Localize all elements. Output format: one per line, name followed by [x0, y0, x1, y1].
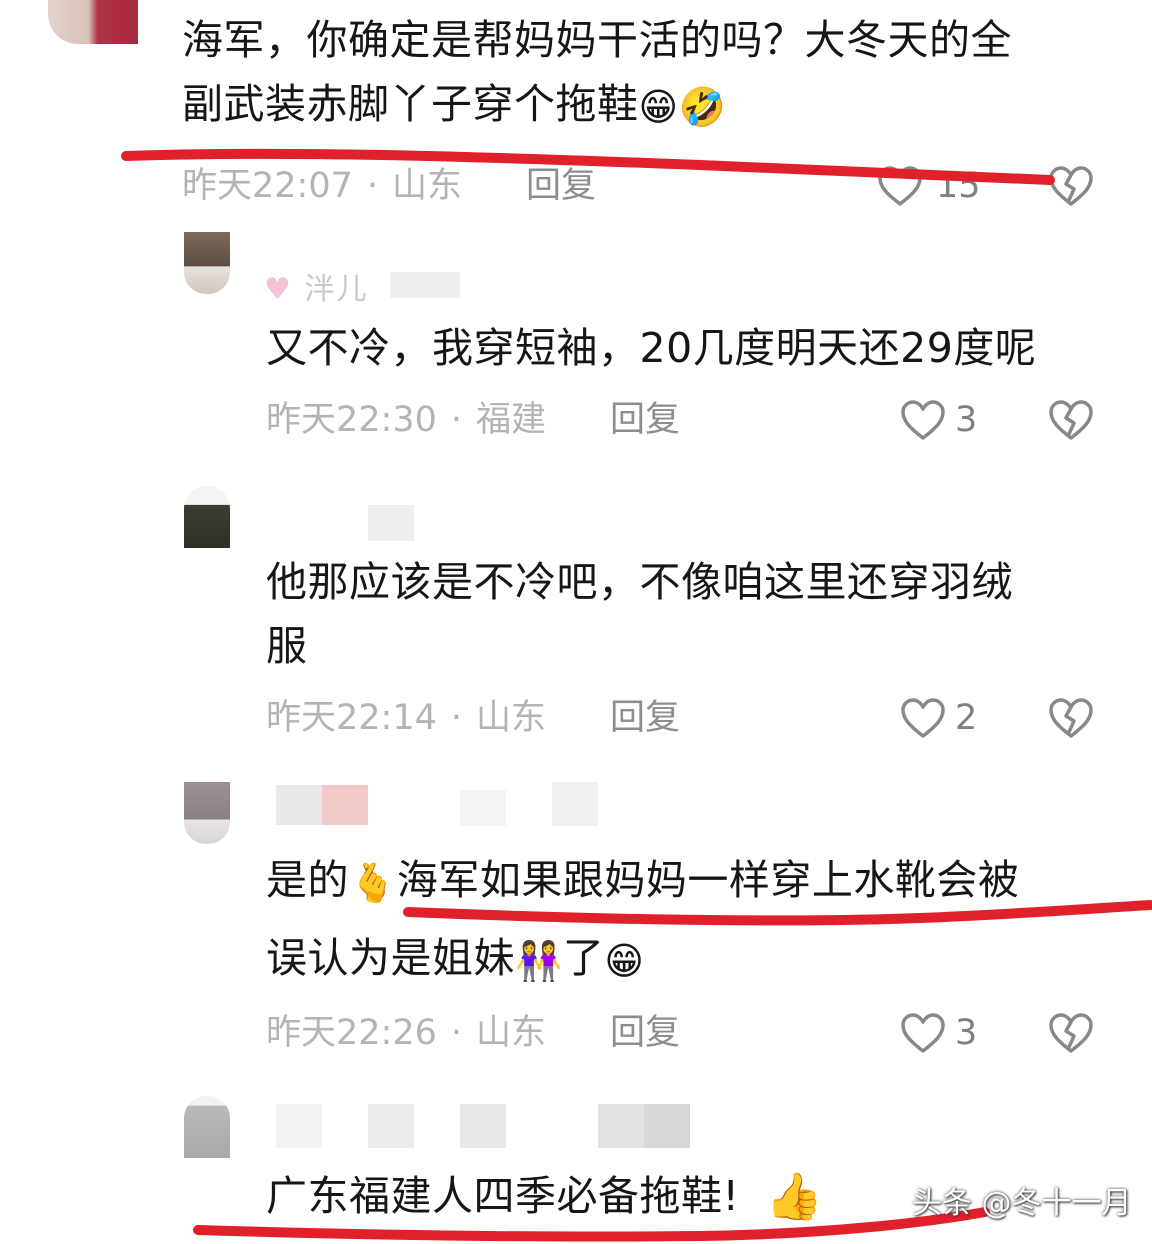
blurred-username: [460, 1104, 506, 1148]
comment-location: 山东: [392, 166, 463, 206]
blurred-username: [368, 505, 414, 541]
comment-text-line: 广东福建人四季必备拖鞋! 👍: [266, 1164, 823, 1228]
separator-dot: ·: [450, 1013, 463, 1053]
blurred-username: [276, 785, 322, 825]
blurred-username: [276, 1104, 322, 1148]
comment-text-segment: 广东福建人四季必备拖鞋!: [266, 1172, 740, 1220]
broken-heart-icon[interactable]: [1048, 165, 1094, 207]
comment-text-line: 误认为是姐妹👭了😁: [266, 926, 1019, 990]
comment-meta: 昨天22:14 · 山东: [266, 698, 546, 738]
comment-text-line: 副武装赤脚丫子穿个拖鞋😁🤣: [182, 72, 1012, 136]
watermark: 头条 @冬十一月: [912, 1186, 1132, 1221]
blurred-username: [598, 1104, 644, 1148]
blurred-username: [644, 1104, 690, 1148]
reply-button[interactable]: 回复: [610, 400, 680, 440]
rofl-emoji-icon: 🤣: [678, 85, 727, 129]
comment-text-segment: 误认为是姐妹: [266, 934, 515, 982]
avatar[interactable]: [184, 782, 230, 844]
avatar[interactable]: [184, 1096, 230, 1158]
like-count: 3: [955, 1013, 978, 1053]
comment-time: 昨天22:07: [182, 166, 353, 206]
comment-text-segment: 副武装赤脚丫子穿个拖鞋: [182, 80, 639, 128]
reply-button[interactable]: 回复: [526, 166, 596, 206]
finger-heart-emoji-icon: 🫰: [349, 861, 397, 905]
comment-location: 山东: [476, 698, 547, 738]
separator-dot: ·: [450, 400, 463, 440]
thumbs-up-emoji-icon: 👍: [765, 1169, 824, 1223]
comment-text: 是的🫰海军如果跟妈妈一样穿上水靴会被 误认为是姐妹👭了😁: [266, 848, 1019, 990]
comment-meta: 昨天22:07 · 山东: [182, 166, 462, 206]
avatar[interactable]: [48, 0, 138, 44]
comment-meta: 昨天22:30 · 福建: [266, 400, 546, 440]
like-count: 3: [955, 400, 978, 440]
comment-thread: 海军，你确定是帮妈妈干活的吗？大冬天的全 副武装赤脚丫子穿个拖鞋😁🤣 昨天22:…: [0, 0, 1152, 1244]
heart-badge-icon: ♥: [264, 272, 293, 307]
comment-text-line: 是的🫰海军如果跟妈妈一样穿上水靴会被: [266, 848, 1019, 912]
comment-text: 广东福建人四季必备拖鞋! 👍: [266, 1164, 823, 1228]
separator-dot: ·: [450, 698, 463, 738]
broken-heart-icon[interactable]: [1048, 1012, 1094, 1054]
grin-emoji-icon: 😁: [638, 85, 679, 129]
comment-text-line: 海军，你确定是帮妈妈干活的吗？大冬天的全: [182, 16, 1012, 64]
comment-text-line: 又不冷，我穿短袖，20几度明天还29度呢: [266, 324, 1037, 372]
grin-emoji-icon: 😁: [604, 939, 645, 983]
heart-outline-icon[interactable]: [877, 165, 923, 207]
comment-text-line: 服: [266, 622, 308, 670]
broken-heart-icon[interactable]: [1048, 399, 1094, 441]
comment-location: 福建: [476, 400, 547, 440]
reply-username-text: 泮儿: [304, 272, 369, 307]
comment-text: 海军，你确定是帮妈妈干活的吗？大冬天的全 副武装赤脚丫子穿个拖鞋😁🤣: [182, 8, 1012, 136]
blurred-username: [368, 1104, 414, 1148]
like-count: 2: [955, 698, 978, 738]
comment-text-line: 他那应该是不冷吧，不像咱这里还穿羽绒: [266, 558, 1013, 606]
reply-username: ♥ 泮儿: [264, 264, 368, 308]
reply-button[interactable]: 回复: [610, 1013, 680, 1053]
blurred-username: [390, 272, 460, 298]
separator-dot: ·: [366, 166, 379, 206]
comment-time: 昨天22:30: [266, 400, 437, 440]
broken-heart-icon[interactable]: [1048, 697, 1094, 739]
heart-outline-icon[interactable]: [900, 1012, 946, 1054]
blurred-username: [460, 790, 506, 826]
heart-outline-icon[interactable]: [900, 399, 946, 441]
avatar[interactable]: [184, 232, 230, 294]
comment-text: 又不冷，我穿短袖，20几度明天还29度呢: [266, 316, 1036, 380]
blurred-username: [552, 782, 598, 826]
comment-meta: 昨天22:26 · 山东: [266, 1013, 546, 1053]
comment-text: 他那应该是不冷吧，不像咱这里还穿羽绒 服: [266, 550, 1013, 678]
two-women-emoji-icon: 👭: [515, 939, 563, 983]
comment-time: 昨天22:26: [266, 1013, 437, 1053]
comment-time: 昨天22:14: [266, 698, 437, 738]
reply-button[interactable]: 回复: [610, 698, 680, 738]
comment-location: 山东: [476, 1013, 547, 1053]
avatar[interactable]: [184, 486, 230, 548]
comment-text-segment: 了: [562, 934, 605, 982]
like-count: 15: [936, 166, 981, 206]
comment-text-segment: 是的: [266, 856, 349, 904]
blurred-username: [322, 785, 368, 825]
comment-text-segment: 海军如果跟妈妈一样穿上水靴会被: [396, 856, 1020, 904]
heart-outline-icon[interactable]: [900, 697, 946, 739]
